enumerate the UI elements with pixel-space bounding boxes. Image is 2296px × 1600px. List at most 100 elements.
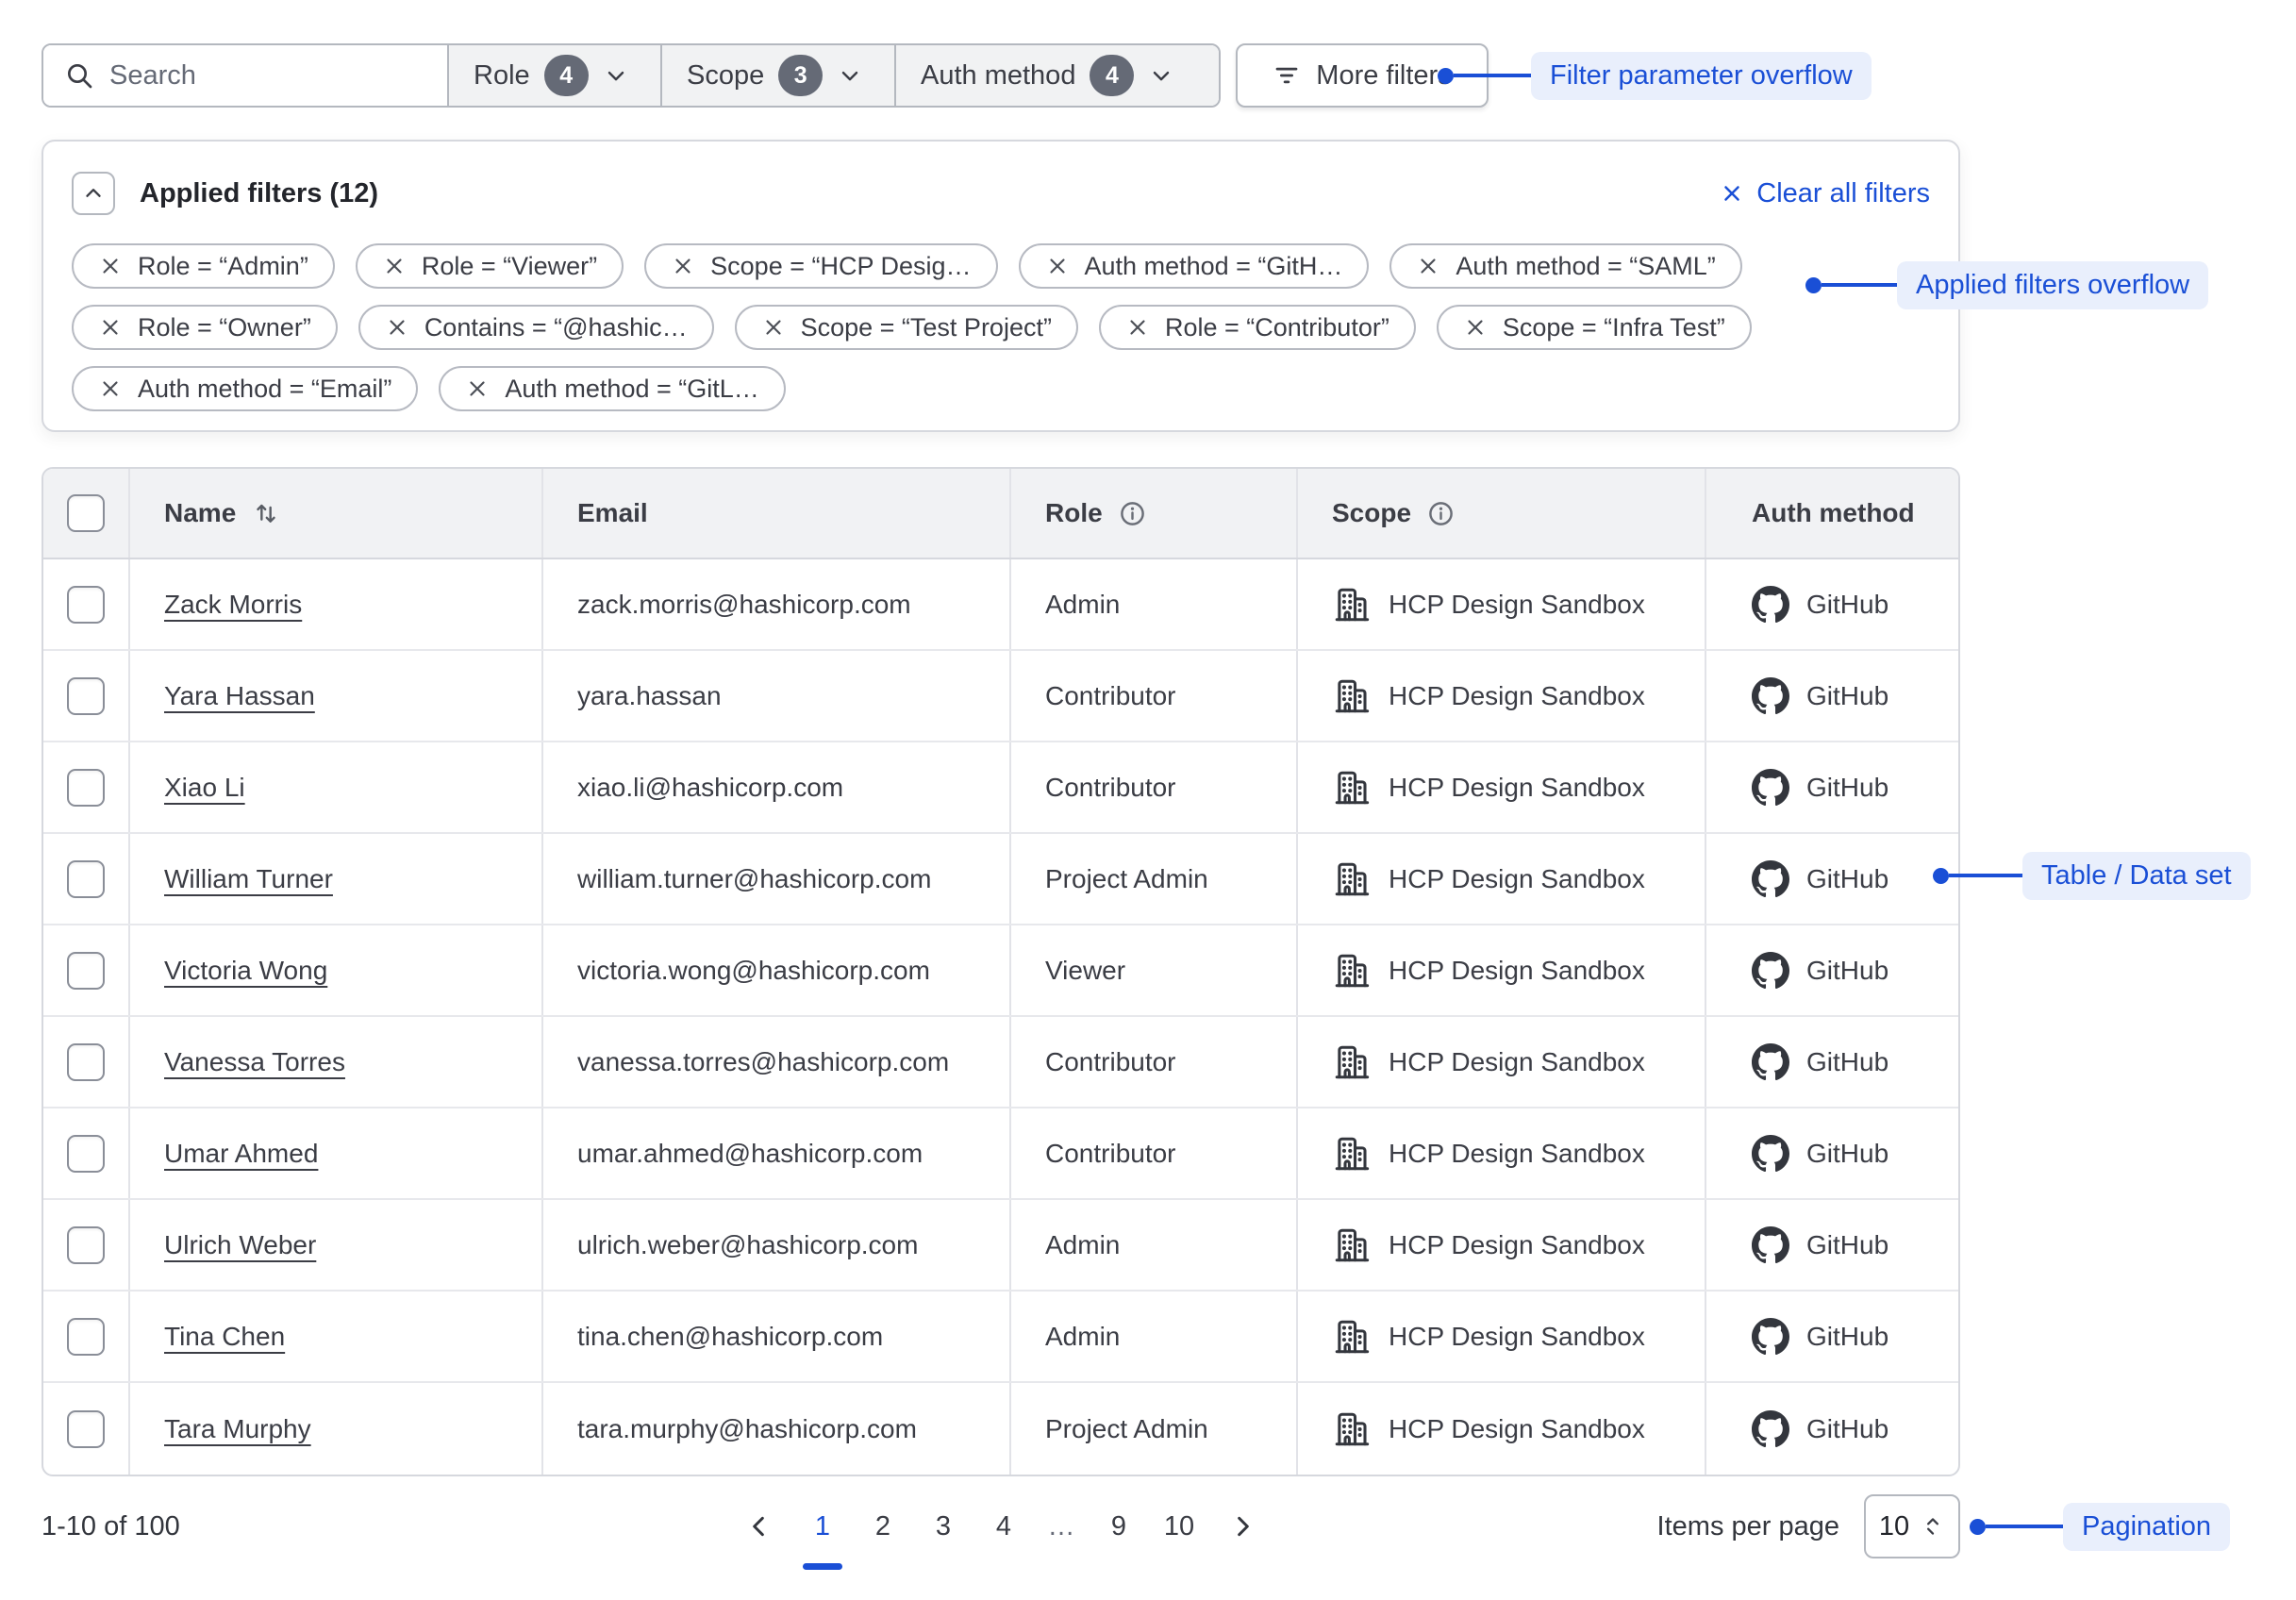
- dismiss-icon[interactable]: [1125, 315, 1150, 340]
- row-checkbox[interactable]: [67, 1043, 105, 1081]
- prev-page-button[interactable]: [735, 1511, 784, 1542]
- auth-method-value: GitHub: [1806, 1230, 1888, 1260]
- filter-chip-label: Auth method = “GitL…: [505, 375, 758, 404]
- role-filter-dropdown[interactable]: Role 4: [447, 45, 660, 106]
- page-button-10[interactable]: 10: [1157, 1496, 1201, 1557]
- role-cell: Viewer: [1011, 925, 1298, 1015]
- dismiss-icon[interactable]: [1045, 254, 1070, 278]
- row-checkbox[interactable]: [67, 677, 105, 715]
- auth-method-cell: GitHub: [1706, 742, 1958, 832]
- role-value: Project Admin: [1045, 1414, 1208, 1444]
- info-icon[interactable]: [1118, 499, 1147, 528]
- user-name-link[interactable]: Tina Chen: [164, 1322, 285, 1352]
- filter-chip[interactable]: Role = “Contributor”: [1099, 305, 1416, 350]
- scope-cell: HCP Design Sandbox: [1298, 1017, 1706, 1107]
- select-all-checkbox[interactable]: [67, 494, 105, 532]
- clear-all-filters-label: Clear all filters: [1756, 178, 1930, 209]
- dismiss-icon[interactable]: [671, 254, 695, 278]
- row-checkbox[interactable]: [67, 769, 105, 807]
- user-name-link[interactable]: Ulrich Weber: [164, 1230, 316, 1260]
- column-header-scope: Scope: [1298, 469, 1706, 558]
- page-button-9[interactable]: 9: [1097, 1496, 1140, 1557]
- row-checkbox[interactable]: [67, 952, 105, 990]
- filter-chip[interactable]: Role = “Admin”: [72, 243, 335, 289]
- filter-chip-label: Auth method = “SAML”: [1456, 252, 1715, 281]
- user-name-link[interactable]: Victoria Wong: [164, 956, 327, 986]
- role-value: Admin: [1045, 1322, 1120, 1352]
- annotation-line: [1822, 283, 1897, 287]
- filter-chip-label: Scope = “Infra Test”: [1503, 313, 1725, 342]
- page-button-1[interactable]: 1: [801, 1496, 844, 1557]
- dismiss-icon[interactable]: [385, 315, 409, 340]
- name-cell: Yara Hassan: [130, 651, 543, 741]
- scope-filter-dropdown[interactable]: Scope 3: [660, 45, 894, 106]
- user-name-link[interactable]: Tara Murphy: [164, 1414, 311, 1444]
- user-name-link[interactable]: Xiao Li: [164, 773, 245, 803]
- search-input[interactable]: [109, 60, 426, 92]
- row-checkbox[interactable]: [67, 1135, 105, 1173]
- info-icon[interactable]: [1426, 499, 1456, 528]
- role-value: Admin: [1045, 590, 1120, 620]
- row-checkbox[interactable]: [67, 1318, 105, 1356]
- filter-chip[interactable]: Auth method = “GitH…: [1019, 243, 1370, 289]
- column-header-auth-method: Auth method: [1706, 469, 1958, 558]
- collapse-applied-filters-button[interactable]: [72, 172, 115, 215]
- email-cell: ulrich.weber@hashicorp.com: [543, 1200, 1011, 1290]
- dismiss-icon[interactable]: [1416, 254, 1440, 278]
- page-button-3[interactable]: 3: [922, 1496, 965, 1557]
- user-name-link[interactable]: William Turner: [164, 864, 333, 894]
- email-cell: victoria.wong@hashicorp.com: [543, 925, 1011, 1015]
- filter-chip[interactable]: Auth method = “Email”: [72, 366, 418, 411]
- role-cell: Contributor: [1011, 1108, 1298, 1198]
- dismiss-icon[interactable]: [382, 254, 407, 278]
- annotation-line: [1454, 74, 1531, 77]
- auth-method-value: GitHub: [1806, 1047, 1888, 1077]
- clear-all-filters-button[interactable]: Clear all filters: [1720, 178, 1930, 209]
- row-checkbox-cell: [43, 651, 130, 741]
- filter-chip[interactable]: Auth method = “GitL…: [439, 366, 785, 411]
- page-button-2[interactable]: 2: [861, 1496, 905, 1557]
- auth-method-filter-dropdown[interactable]: Auth method 4: [894, 45, 1219, 106]
- filter-chip[interactable]: Role = “Owner”: [72, 305, 338, 350]
- name-cell: Xiao Li: [130, 742, 543, 832]
- dismiss-icon[interactable]: [98, 376, 123, 401]
- auth-method-cell: GitHub: [1706, 1108, 1958, 1198]
- row-checkbox[interactable]: [67, 860, 105, 898]
- items-per-page-select[interactable]: 10: [1864, 1494, 1960, 1558]
- filter-chip[interactable]: Role = “Viewer”: [356, 243, 624, 289]
- dismiss-icon[interactable]: [1463, 315, 1488, 340]
- email-cell: xiao.li@hashicorp.com: [543, 742, 1011, 832]
- auth-method-cell: GitHub: [1706, 1017, 1958, 1107]
- dismiss-icon[interactable]: [98, 315, 123, 340]
- user-name-link[interactable]: Zack Morris: [164, 590, 302, 620]
- column-header-name[interactable]: Name: [130, 469, 543, 558]
- page-button-4[interactable]: 4: [982, 1496, 1025, 1557]
- email-value: yara.hassan: [577, 681, 722, 711]
- sort-icon[interactable]: [251, 498, 281, 528]
- next-page-button[interactable]: [1218, 1511, 1267, 1542]
- email-value: tina.chen@hashicorp.com: [577, 1322, 883, 1352]
- applied-filter-chips: Role = “Admin” Role = “Viewer” Scope = “HC…: [72, 243, 1752, 411]
- row-checkbox[interactable]: [67, 1410, 105, 1448]
- row-checkbox[interactable]: [67, 1226, 105, 1264]
- row-checkbox[interactable]: [67, 586, 105, 624]
- dismiss-icon[interactable]: [465, 376, 490, 401]
- pagination: 1234…910: [735, 1492, 1267, 1560]
- scope-value: HCP Design Sandbox: [1389, 1414, 1645, 1444]
- user-name-link[interactable]: Umar Ahmed: [164, 1139, 318, 1169]
- table-row: Xiao Lixiao.li@hashicorp.comContributorH…: [43, 742, 1958, 834]
- filter-chip[interactable]: Scope = “HCP Desig…: [644, 243, 997, 289]
- table-row: Tina Chentina.chen@hashicorp.comAdminHCP…: [43, 1292, 1958, 1383]
- filter-chip[interactable]: Auth method = “SAML”: [1389, 243, 1741, 289]
- user-name-link[interactable]: Yara Hassan: [164, 681, 315, 711]
- scope-cell: HCP Design Sandbox: [1298, 925, 1706, 1015]
- dismiss-icon[interactable]: [761, 315, 786, 340]
- filter-chip-label: Auth method = “Email”: [138, 375, 391, 404]
- filter-chip[interactable]: Contains = “@hashic…: [358, 305, 714, 350]
- org-icon: [1332, 1134, 1372, 1174]
- user-name-link[interactable]: Vanessa Torres: [164, 1047, 345, 1077]
- filter-chip[interactable]: Scope = “Infra Test”: [1437, 305, 1752, 350]
- filter-chip[interactable]: Scope = “Test Project”: [735, 305, 1078, 350]
- email-value: ulrich.weber@hashicorp.com: [577, 1230, 918, 1260]
- dismiss-icon[interactable]: [98, 254, 123, 278]
